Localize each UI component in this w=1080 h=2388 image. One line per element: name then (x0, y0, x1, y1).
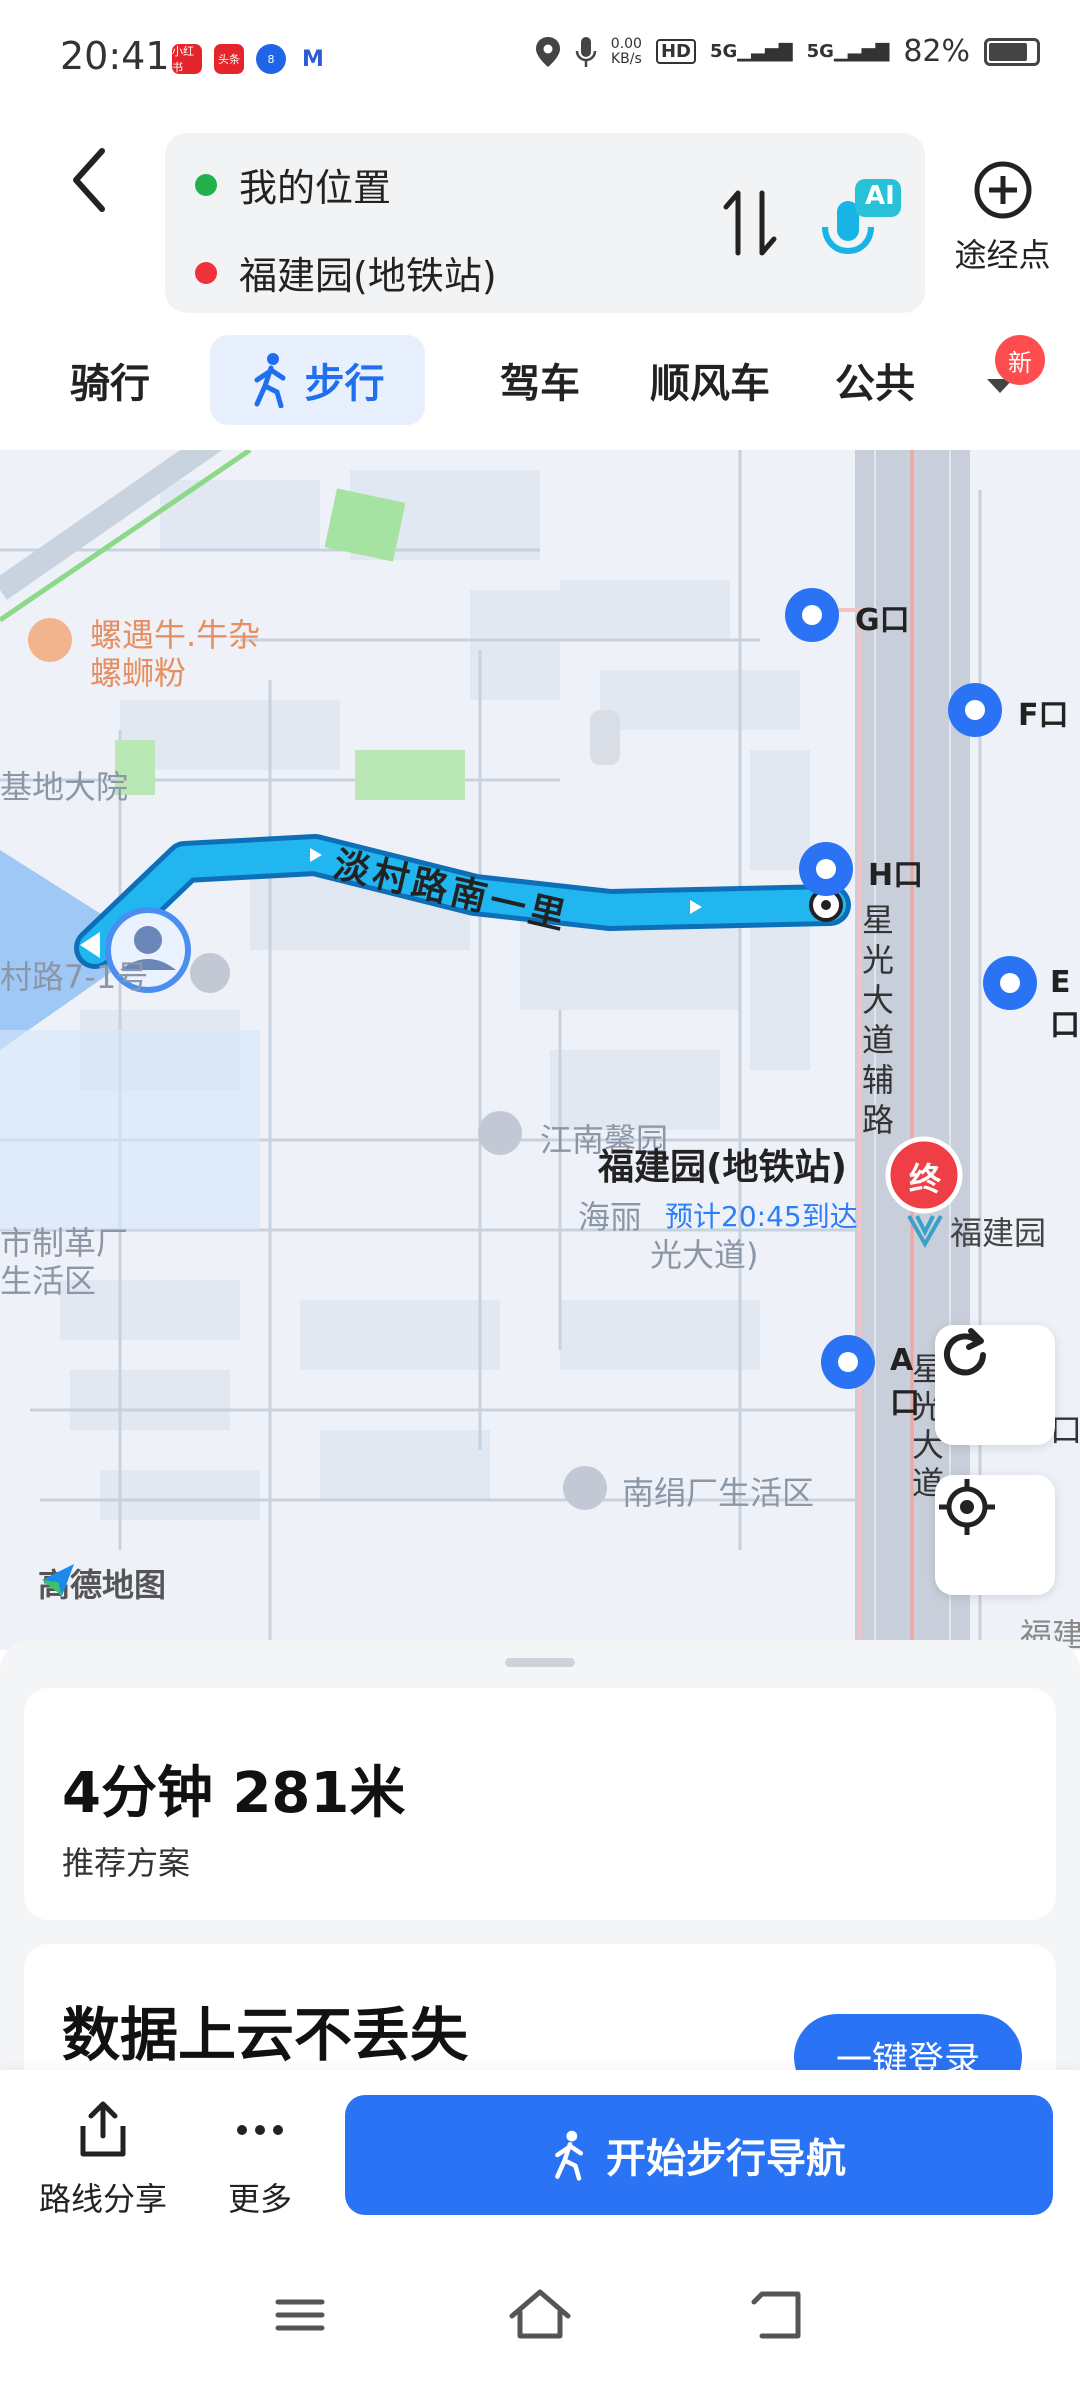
poi-factory-label-2: 生活区 (0, 1262, 97, 1300)
exit-g-label: G口 (855, 603, 910, 638)
toutiao-icon: 头条 (214, 44, 244, 74)
tab-driving[interactable]: 驾车 (470, 335, 610, 425)
sheet-drag-handle[interactable] (505, 1658, 575, 1667)
route-share-button[interactable]: 路线分享 (28, 2100, 178, 2220)
signal-5g-icon-2: 5G▁▃▅▇ (806, 41, 890, 62)
exit-f-label: F口 (1018, 698, 1069, 733)
poi-nanjuan-label: 南绢厂生活区 (622, 1474, 815, 1512)
walking-person-icon (254, 353, 285, 408)
hd-icon: HD (655, 39, 696, 64)
new-badge: 新 (995, 335, 1045, 385)
tab-cycling[interactable]: 骑行 (40, 335, 180, 425)
share-label: 路线分享 (38, 2180, 167, 2218)
destination-dot (195, 261, 217, 284)
more-dots-icon (237, 2125, 283, 2135)
battery-percent: 82% (903, 34, 970, 69)
poi-road7-label: 村路7-1号 (0, 958, 149, 996)
route-plan-sheet: 4分钟 281米 推荐方案 数据上云不丢失 一键登录 (0, 1640, 1080, 2080)
poi-guang-label: 光大道) (650, 1236, 759, 1274)
status-indicators: 0.00 KB/s HD 5G▁▃▅▇ 5G▁▃▅▇ 82% (535, 34, 1040, 69)
locate-me-button[interactable] (935, 1475, 1055, 1595)
baidu-icon: 8 (256, 44, 286, 74)
refresh-icon (944, 1328, 986, 1376)
tab-public-transit[interactable]: 公共 (835, 335, 925, 425)
xiaohongshu-icon: 小红书 (172, 44, 202, 74)
poi-haili-label: 海丽 (578, 1198, 643, 1236)
plan-label: 推荐方案 (62, 1844, 191, 1882)
back-arrow-icon[interactable] (60, 145, 120, 215)
plan-summary: 4分钟 281米 (62, 1761, 406, 1826)
tab-carpool[interactable]: 顺风车 (640, 335, 780, 425)
subway-station-icon (907, 1215, 943, 1249)
poi-food-label-2: 螺蛳粉 (90, 654, 187, 692)
exit-e-label: E口 (1050, 965, 1080, 1043)
map-view[interactable]: 螺遇牛.牛杂 螺蛳粉 基地大院 村路7-1号 淡村路南一里 江南馨园 市制革厂 … (0, 450, 1080, 1650)
exit-h-label: H口 (868, 858, 924, 893)
end-marker-label: 终 (909, 1160, 942, 1198)
system-navigation-bar (0, 2240, 1080, 2388)
promo-title: 数据上云不丢失 (62, 2001, 469, 2069)
eta-label: 预计20:45到达 (665, 1200, 858, 1233)
route-input-box: 我的位置 福建园(地铁站) AI (165, 133, 925, 313)
signal-5g-icon-1: 5G▁▃▅▇ (709, 41, 793, 62)
status-bar: 20:41 小红书 头条 8 M 0.00 KB/s HD 5G▁▃▅▇ 5G▁… (0, 0, 1080, 120)
ai-voice-button[interactable]: AI (815, 171, 905, 271)
origin-field[interactable]: 我的位置 (195, 157, 391, 212)
microphone-icon (575, 36, 597, 67)
more-button[interactable]: 更多 (200, 2100, 320, 2220)
status-time: 20:41 (60, 34, 170, 78)
destination-label: 福建园(地铁站) (239, 254, 497, 298)
destination-field[interactable]: 福建园(地铁站) (195, 245, 497, 300)
menu-icon[interactable] (260, 2280, 340, 2350)
avenue-side-label: 星光大道辅路 (862, 901, 895, 1139)
battery-level-fill (989, 42, 1027, 61)
back-icon[interactable] (740, 2280, 820, 2350)
recommended-plan-card[interactable]: 4分钟 281米 推荐方案 (24, 1688, 1056, 1920)
start-walking-navigation-button[interactable]: 开始步行导航 (345, 2095, 1053, 2215)
walking-person-icon (555, 2130, 584, 2181)
station-label: 福建园 (950, 1214, 1047, 1252)
more-label: 更多 (227, 2180, 292, 2218)
status-app-icons: 小红书 头条 8 M (172, 44, 328, 74)
start-navigation-label: 开始步行导航 (606, 2136, 846, 2182)
origin-label: 我的位置 (239, 166, 392, 210)
add-waypoint-button[interactable]: 途经点 (945, 160, 1060, 276)
swap-direction-icon[interactable] (720, 183, 780, 263)
share-icon (80, 2101, 126, 2157)
travel-mode-tabs: 骑行 步行 驾车 顺风车 公共 (0, 335, 1080, 440)
cloud-sync-promo-card: 数据上云不丢失 一键登录 (24, 1944, 1056, 2080)
origin-dot (195, 173, 217, 196)
ai-badge: AI (865, 181, 895, 211)
poi-base-label: 基地大院 (0, 768, 129, 806)
brand-logo: 高德地图 (38, 1560, 166, 1606)
refresh-button[interactable] (935, 1325, 1055, 1445)
destination-map-label: 福建园(地铁站) (598, 1147, 847, 1188)
home-icon[interactable] (500, 2280, 580, 2350)
exit-a-label: A口 (890, 1343, 920, 1421)
tab-walking[interactable]: 步行 (210, 335, 425, 425)
net-speed: 0.00 KB/s (610, 35, 642, 67)
waypoint-label: 途经点 (954, 236, 1051, 274)
plus-circle-icon (974, 161, 1031, 219)
tab-walking-label: 步行 (304, 361, 385, 407)
location-icon (535, 36, 560, 67)
locate-crosshair-icon (939, 1479, 995, 1535)
mail-icon: M (298, 44, 328, 74)
battery-icon (984, 37, 1040, 66)
amap-logo-icon (42, 1564, 74, 1596)
bottom-action-bar: 路线分享 更多 开始步行导航 (0, 2070, 1080, 2240)
